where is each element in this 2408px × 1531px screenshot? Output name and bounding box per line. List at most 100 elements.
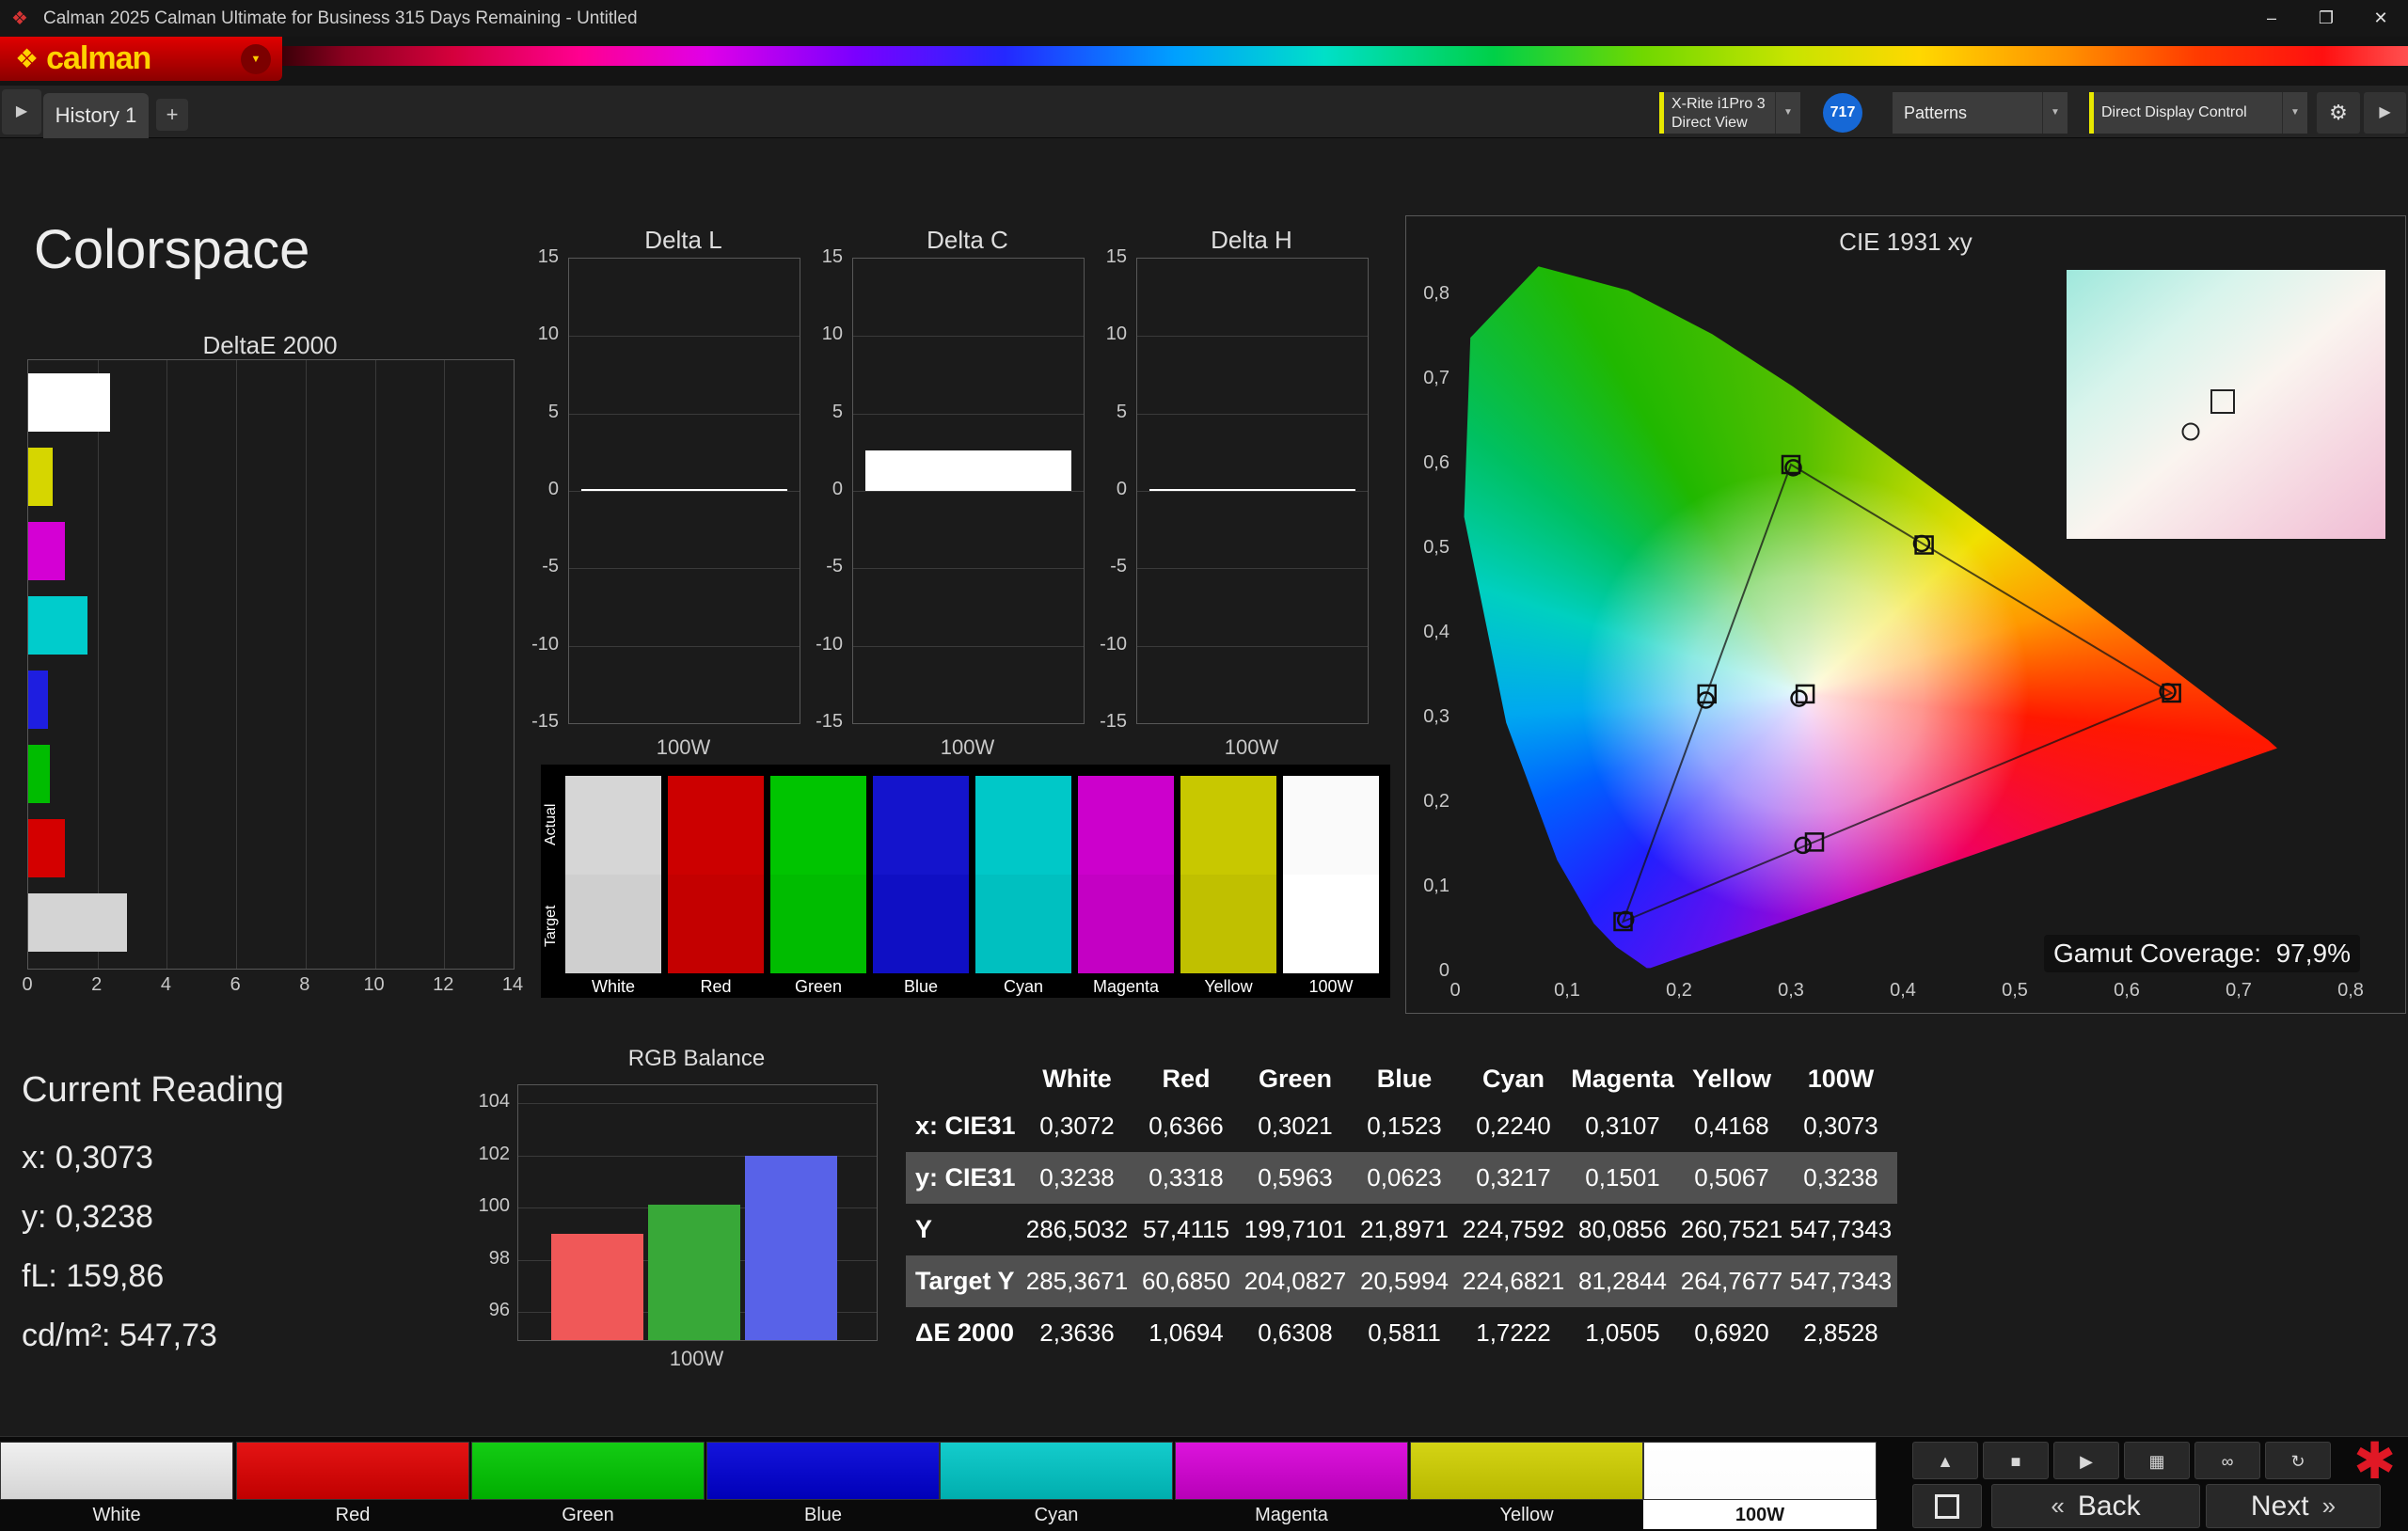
delta-c-gridline: [853, 491, 1084, 492]
gamut-coverage: Gamut Coverage: 97,9%: [2044, 935, 2360, 972]
table-cell: 260,7521: [1677, 1215, 1786, 1244]
deltae-bar-cyan: [28, 596, 87, 655]
delta-h-gridline: [1137, 336, 1368, 337]
deltae-bar-magenta: [28, 522, 65, 580]
delta-c-bar: [865, 450, 1071, 491]
white-point-inset: [2067, 270, 2385, 539]
table-cell: 0,3072: [1022, 1112, 1132, 1141]
table-cell: 80,0856: [1568, 1215, 1677, 1244]
table-cell: 0,1523: [1350, 1112, 1459, 1141]
table-cell: 204,0827: [1241, 1267, 1350, 1296]
deltae-x-tick: 6: [230, 974, 241, 996]
save-button[interactable]: ▦: [2124, 1442, 2190, 1479]
chevron-down-icon[interactable]: ▼: [1775, 92, 1800, 134]
delta-c-y-tick: 0: [790, 479, 843, 500]
next-label: Next: [2251, 1491, 2309, 1523]
pattern-button-yellow[interactable]: Yellow: [1410, 1442, 1643, 1529]
rgb-bar-blue: [745, 1156, 837, 1341]
pattern-button-green[interactable]: Green: [471, 1442, 705, 1529]
actual-row-label: Actual: [543, 774, 563, 876]
logo-menu-dropdown[interactable]: ▼: [241, 44, 271, 74]
back-button[interactable]: « Back: [1991, 1484, 2200, 1528]
current-reading-title: Current Reading: [22, 1070, 284, 1111]
deltae-x-tick: 12: [433, 974, 453, 996]
titlebar: ❖ Calman 2025 Calman Ultimate for Busine…: [0, 0, 2408, 37]
cie-x-tick: 0: [1450, 980, 1460, 1002]
gamut-coverage-label: Gamut Coverage:: [2053, 939, 2261, 968]
row-label: Y: [906, 1215, 1022, 1244]
pattern-swatch: [1410, 1442, 1643, 1500]
delta-l-y-tick: -5: [506, 556, 559, 577]
deltae-bar-blue: [28, 671, 48, 729]
rgb-bar-green: [648, 1205, 740, 1340]
cie-y-tick: 0: [1410, 960, 1450, 982]
table-cell: 1,0505: [1568, 1318, 1677, 1348]
rgb-y-tick: 98: [457, 1248, 510, 1270]
pattern-button-white[interactable]: White: [0, 1442, 233, 1529]
actual-swatch: [668, 776, 764, 875]
pattern-swatch: [940, 1442, 1173, 1500]
rgb-balance-xlabel: 100W: [517, 1347, 876, 1371]
panel-expand-icon[interactable]: ▶: [2364, 92, 2406, 134]
patterns-dropdown[interactable]: Patterns ▼: [1893, 92, 2067, 134]
add-tab-button[interactable]: +: [156, 99, 188, 131]
display-control-dropdown[interactable]: Direct Display Control ▼: [2089, 92, 2307, 134]
results-column-header: Blue: [1350, 1065, 1459, 1094]
refresh-button[interactable]: ↻: [2265, 1442, 2331, 1479]
pattern-button-100w[interactable]: 100W: [1643, 1442, 1877, 1529]
chevron-down-icon[interactable]: ▼: [2042, 92, 2067, 134]
tab-history-1[interactable]: History 1: [43, 93, 149, 138]
table-cell: 2,8528: [1786, 1318, 1895, 1348]
play-button[interactable]: ▶: [2053, 1442, 2119, 1479]
delta-h-y-tick: 0: [1074, 479, 1127, 500]
rgb-balance-title: RGB Balance: [517, 1046, 876, 1072]
deltae-gridline: [98, 360, 99, 969]
gamut-coverage-value: 97,9%: [2276, 939, 2351, 968]
logo-row: ❖ calman ▼: [0, 37, 2408, 86]
delta-h-plot: [1136, 258, 1369, 724]
pattern-button-magenta[interactable]: Magenta: [1175, 1442, 1408, 1529]
stop-pattern-button[interactable]: [1912, 1484, 1982, 1528]
cie-x-tick: 0,8: [2337, 980, 2364, 1002]
pattern-swatch: [1643, 1442, 1877, 1500]
pattern-label: 100W: [1643, 1502, 1877, 1529]
delta-c-y-tick: 5: [790, 402, 843, 423]
reading-y: y: 0,3238: [22, 1199, 153, 1236]
deltae-bar-white: [28, 373, 110, 432]
tabbar: ▶ History 1 + X-Rite i1Pro 3 Direct View…: [0, 86, 2408, 138]
actual-swatch: [1078, 776, 1174, 875]
table-cell: 0,3073: [1786, 1112, 1895, 1141]
swatch-label: Magenta: [1078, 977, 1174, 997]
pattern-label: Cyan: [940, 1502, 1173, 1529]
delta-l-bar: [581, 489, 787, 491]
nav-expand-button[interactable]: ▶: [2, 89, 41, 134]
link-button[interactable]: ∞: [2194, 1442, 2260, 1479]
cie-y-tick: 0,6: [1410, 452, 1450, 474]
delta-c-gridline: [853, 646, 1084, 647]
next-button[interactable]: Next »: [2206, 1484, 2381, 1528]
deltae-chart-title: DeltaE 2000: [27, 331, 513, 360]
chevron-down-icon[interactable]: ▼: [2282, 92, 2307, 134]
chevron-right-icon: »: [2322, 1492, 2336, 1521]
maximize-button[interactable]: ❐: [2299, 0, 2353, 37]
row-label: ΔE 2000: [906, 1318, 1022, 1348]
back-label: Back: [2078, 1491, 2141, 1523]
meter-dropdown[interactable]: X-Rite i1Pro 3 Direct View ▼: [1659, 92, 1800, 134]
pattern-button-red[interactable]: Red: [236, 1442, 469, 1529]
stop-button[interactable]: ■: [1983, 1442, 2049, 1479]
pattern-button-cyan[interactable]: Cyan: [940, 1442, 1173, 1529]
actual-swatch: [1180, 776, 1276, 875]
pattern-button-blue[interactable]: Blue: [706, 1442, 940, 1529]
page-title: Colorspace: [34, 218, 309, 281]
swatch-label: Yellow: [1180, 977, 1276, 997]
eject-button[interactable]: ▲: [1912, 1442, 1978, 1479]
deltae-x-tick: 10: [363, 974, 384, 996]
minimize-button[interactable]: –: [2244, 0, 2299, 37]
swatch-label: Green: [770, 977, 866, 997]
close-button[interactable]: ✕: [2353, 0, 2408, 37]
pattern-label: Blue: [706, 1502, 940, 1529]
gear-icon[interactable]: ⚙: [2317, 92, 2360, 134]
delta-h-y-tick: 10: [1074, 324, 1127, 345]
results-column-header: Red: [1132, 1065, 1241, 1094]
calman-logo[interactable]: ❖ calman ▼: [0, 37, 282, 81]
